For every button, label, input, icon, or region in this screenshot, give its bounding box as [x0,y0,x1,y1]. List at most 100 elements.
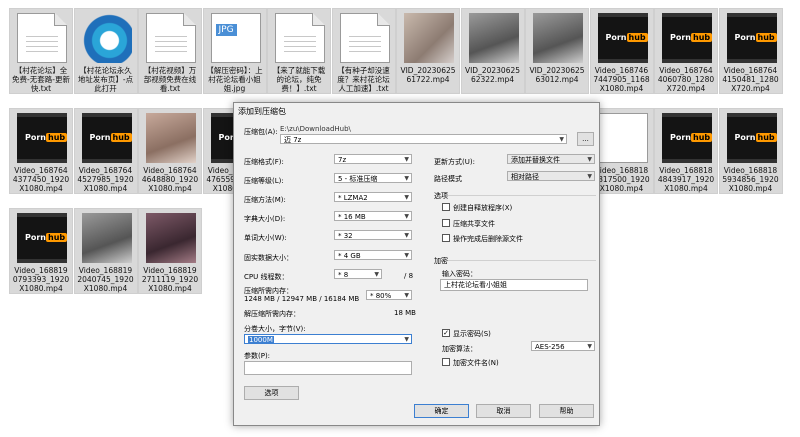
video-thumbnail [468,13,519,63]
mem-percent-combo[interactable]: * 80% ▼ [366,290,412,300]
file-item[interactable]: Video_1688192711119_1920X1080.mp4 [138,208,202,294]
chevron-down-icon: ▼ [559,136,564,143]
archive-name-combo[interactable]: 迈 7z ▼ [280,134,567,144]
cpu-label: CPU 线程数： [244,273,289,281]
file-item[interactable]: Porn hub Video_1687467447905_1168X1080.mp4 [589,8,654,94]
update-combo[interactable]: 添加并替换文件 ▼ [507,154,595,164]
path-mode-combo[interactable]: 相对路径 ▼ [507,171,595,181]
browse-button[interactable]: ... [577,132,594,146]
file-item[interactable]: 【村花论坛】全免费-无套路-更新快.txt [9,8,73,94]
solid-label: 固实数据大小： [244,254,293,262]
file-item[interactable]: 【村花视频】万部视频免费在线看.txt [138,8,202,94]
dict-combo[interactable]: * 16 MB ▼ [334,211,412,221]
file-name: Video_1688190793393_1920X1080.mp4 [12,266,70,293]
level-value: 5 - 标准压缩 [338,175,378,183]
file-name: VID_2023062562322.mp4 [464,66,521,84]
chevron-down-icon: ▼ [587,173,592,180]
chevron-down-icon: ▼ [404,156,409,163]
video-thumbnail: Pornhub [17,113,68,163]
volume-combo[interactable]: 1000M ▼ [244,334,412,344]
chevron-down-icon: ▼ [404,213,409,220]
add-to-archive-dialog: 添加到压缩包 压缩包(A): E:\zu\DownloadHub\ 迈 7z ▼… [233,102,600,426]
chevron-down-icon: ▼ [404,175,409,182]
video-logo: Pornhub [25,233,68,242]
file-item[interactable]: Porn hub Video_1687644060780_1280X720.mp4 [654,8,718,94]
level-label: 压缩等级(L): [244,177,284,185]
word-combo[interactable]: * 32 ▼ [334,230,412,240]
solid-value: * 4 GB [338,252,361,260]
video-thumbnail: Pornhub [81,113,132,163]
format-value: 7z [338,156,347,164]
help-button[interactable]: 帮助 [539,404,594,418]
video-logo: Pornhub [89,133,132,142]
sfx-checkbox[interactable] [442,203,450,211]
file-name: Video_1688184843917_1920X1080.mp4 [657,166,715,193]
password-label: 输入密码： [442,270,477,278]
browser-shortcut-icon [81,13,132,63]
file-item[interactable]: JPG 【解压密码】：上村花论坛看小姐姐.jpg [202,8,267,94]
mem-decompress-label: 解压缩所需内存： [244,310,300,318]
enc-method-label: 加密算法： [442,345,477,353]
method-combo[interactable]: * LZMA2 ▼ [334,192,412,202]
file-item[interactable]: VID_2023062561722.mp4 [396,8,460,94]
cpu-combo[interactable]: * 8 ▼ [334,269,382,279]
chevron-down-icon: ▼ [404,292,409,299]
file-name: 【有种子却没速度？来村花论坛人工加速】.txt [337,66,390,93]
path-mode-label: 路径模式 [434,175,462,183]
file-name: 【村花视频】万部视频免费在线看.txt [143,66,197,93]
path-mode-value: 相对路径 [511,173,539,181]
encrypt-names-checkbox[interactable] [442,358,450,366]
params-input[interactable] [244,361,412,375]
enc-method-combo[interactable]: AES-256 ▼ [531,341,595,351]
encrypt-group-divider [448,260,596,261]
video-logo: Pornhub [25,133,68,142]
file-item[interactable]: Video_1688192040745_1920X1080.mp4 [73,208,138,294]
file-item[interactable]: Porn hub Video_1687644527985_1920X1080.mp4 [73,108,138,194]
text-file-icon [339,13,390,63]
options-button[interactable]: 选项 [244,386,299,400]
show-password-checkbox[interactable]: ✓ [442,329,450,337]
format-combo[interactable]: 7z ▼ [334,154,412,164]
file-item[interactable]: Porn hub Video_1688184843917_1920X1080.mp4 [654,108,718,194]
text-file-icon [275,13,325,63]
file-name: VID_2023062561722.mp4 [400,66,456,84]
file-item[interactable]: Porn hub Video_1687644377450_1920X1080.mp4 [9,108,73,194]
file-item[interactable]: VID_2023062563012.mp4 [525,8,589,94]
video-thumbnail: Pornhub [726,113,777,163]
file-item[interactable]: 【来了就能下载的论坛，纯免费！】.txt [267,8,331,94]
file-item[interactable]: 【村花论坛永久地址发布页】-点此打开 [73,8,138,94]
volume-value: 1000M [248,336,274,344]
chevron-down-icon: ▼ [587,343,592,350]
file-item[interactable]: Porn hub Video_1688190793393_1920X1080.mp4 [9,208,73,294]
shared-files-checkbox[interactable] [442,219,450,227]
params-label: 参数(P): [244,352,271,360]
file-item[interactable]: Porn hub Video_1687644150481_1280X720.mp4 [718,8,783,94]
video-thumbnail [81,213,132,263]
password-input[interactable]: 上村花论坛看小姐姐 [440,279,588,291]
delete-after-checkbox[interactable] [442,234,450,242]
solid-combo[interactable]: * 4 GB ▼ [334,250,412,260]
mem-compress-value: 1248 MB / 12947 MB / 16184 MB [244,295,360,303]
video-thumbnail: Pornhub [726,13,777,63]
video-logo: Pornhub [670,133,713,142]
mem-percent-value: * 80% [370,292,392,300]
file-name: VID_2023062563012.mp4 [529,66,585,84]
archive-label: 压缩包(A): [244,128,278,136]
chevron-down-icon: ▼ [587,156,592,163]
video-thumbnail [404,13,454,63]
file-item[interactable]: VID_2023062562322.mp4 [460,8,525,94]
delete-after-label: 操作完成后删除源文件 [453,235,523,243]
file-item[interactable]: 【有种子却没速度？来村花论坛人工加速】.txt [331,8,396,94]
cpu-max: / 8 [404,272,414,280]
chevron-down-icon: ▼ [374,271,379,278]
file-item[interactable]: Porn hub Video_1688185934856_1920X1080.mp4 [718,108,783,194]
file-item[interactable]: Video_1687644648880_1920X1080.mp4 [138,108,202,194]
file-name: 【村花论坛永久地址发布页】-点此打开 [77,66,134,93]
video-logo: Pornhub [670,33,713,42]
enc-method-value: AES-256 [535,343,565,351]
cancel-button[interactable]: 取消 [476,404,531,418]
ok-button[interactable]: 确定 [414,404,469,418]
dict-value: * 16 MB [338,213,366,221]
chevron-down-icon: ▼ [404,232,409,239]
level-combo[interactable]: 5 - 标准压缩 ▼ [334,173,412,183]
